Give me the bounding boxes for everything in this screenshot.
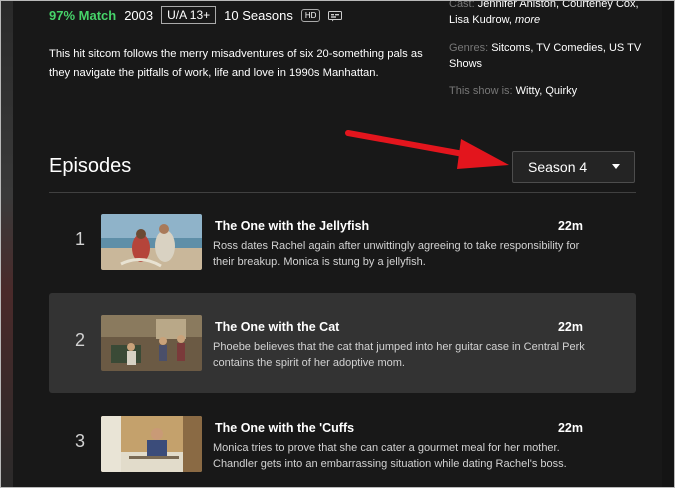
- episode-number: 1: [75, 229, 86, 249]
- episodes-heading: Episodes: [49, 155, 132, 177]
- episode-duration: 22m: [557, 320, 583, 334]
- background-strip-right: [662, 1, 674, 487]
- episode-thumbnail[interactable]: [101, 315, 202, 371]
- episode-title: The One with the Jellyfish: [215, 219, 370, 233]
- episode-title: The One with the 'Cuffs: [215, 421, 355, 435]
- episode-description: Monica tries to prove that she can cater…: [213, 442, 567, 470]
- tags-value[interactable]: Witty, Quirky: [516, 85, 578, 97]
- background-strip-left: [1, 1, 13, 487]
- hd-badge: HD: [300, 8, 321, 22]
- episode-row[interactable]: 1 The One with the Jellyfish 22m Ross da…: [49, 192, 636, 292]
- episode-thumbnail[interactable]: [101, 214, 202, 270]
- episode-duration: 22m: [557, 421, 583, 435]
- cast-info: Cast: Jennifer Aniston, Courteney Cox, L…: [449, 0, 649, 28]
- episode-duration: 22m: [557, 219, 583, 233]
- episode-row[interactable]: 2 The One with the Cat 22m Phoebe believ…: [49, 293, 636, 393]
- episode-description: Ross dates Rachel again after unwittingl…: [213, 240, 580, 268]
- genres-label: Genres:: [449, 42, 489, 54]
- episode-row[interactable]: 3 The One with the 'Cuffs 22m Monica tri…: [49, 394, 636, 487]
- episode-number: 3: [75, 431, 86, 451]
- title-metadata-row: 97% Match 2003 U/A 13+ 10 Seasons HD: [49, 6, 343, 24]
- episode-title: The One with the Cat: [215, 320, 340, 334]
- title-detail-modal: 97% Match 2003 U/A 13+ 10 Seasons HD Thi…: [0, 0, 675, 488]
- match-score: 97% Match: [49, 7, 117, 23]
- caret-down-icon: [612, 164, 620, 169]
- tags-label: This show is:: [449, 85, 513, 97]
- tags-info: This show is: Witty, Quirky: [449, 83, 649, 99]
- episode-number: 2: [75, 330, 86, 350]
- season-selector-dropdown[interactable]: Season 4: [512, 151, 635, 183]
- synopsis: This hit sitcom follows the merry misadv…: [49, 48, 423, 79]
- genres-info: Genres: Sitcoms, TV Comedies, US TV Show…: [449, 40, 649, 72]
- annotation-arrow-icon: [345, 130, 509, 169]
- season-selected-label: Season 4: [528, 159, 588, 175]
- release-year: 2003: [124, 7, 154, 23]
- cast-label: Cast:: [449, 0, 475, 10]
- episode-description: Phoebe believes that the cat that jumped…: [213, 341, 585, 369]
- subtitles-icon: [328, 10, 343, 21]
- season-count: 10 Seasons: [224, 7, 293, 23]
- maturity-rating: U/A 13+: [161, 6, 217, 24]
- cast-value[interactable]: Jennifer Aniston, Courteney Cox, Lisa Ku…: [449, 1, 639, 26]
- episode-thumbnail[interactable]: [101, 416, 202, 472]
- cast-more-link[interactable]: more: [515, 14, 540, 26]
